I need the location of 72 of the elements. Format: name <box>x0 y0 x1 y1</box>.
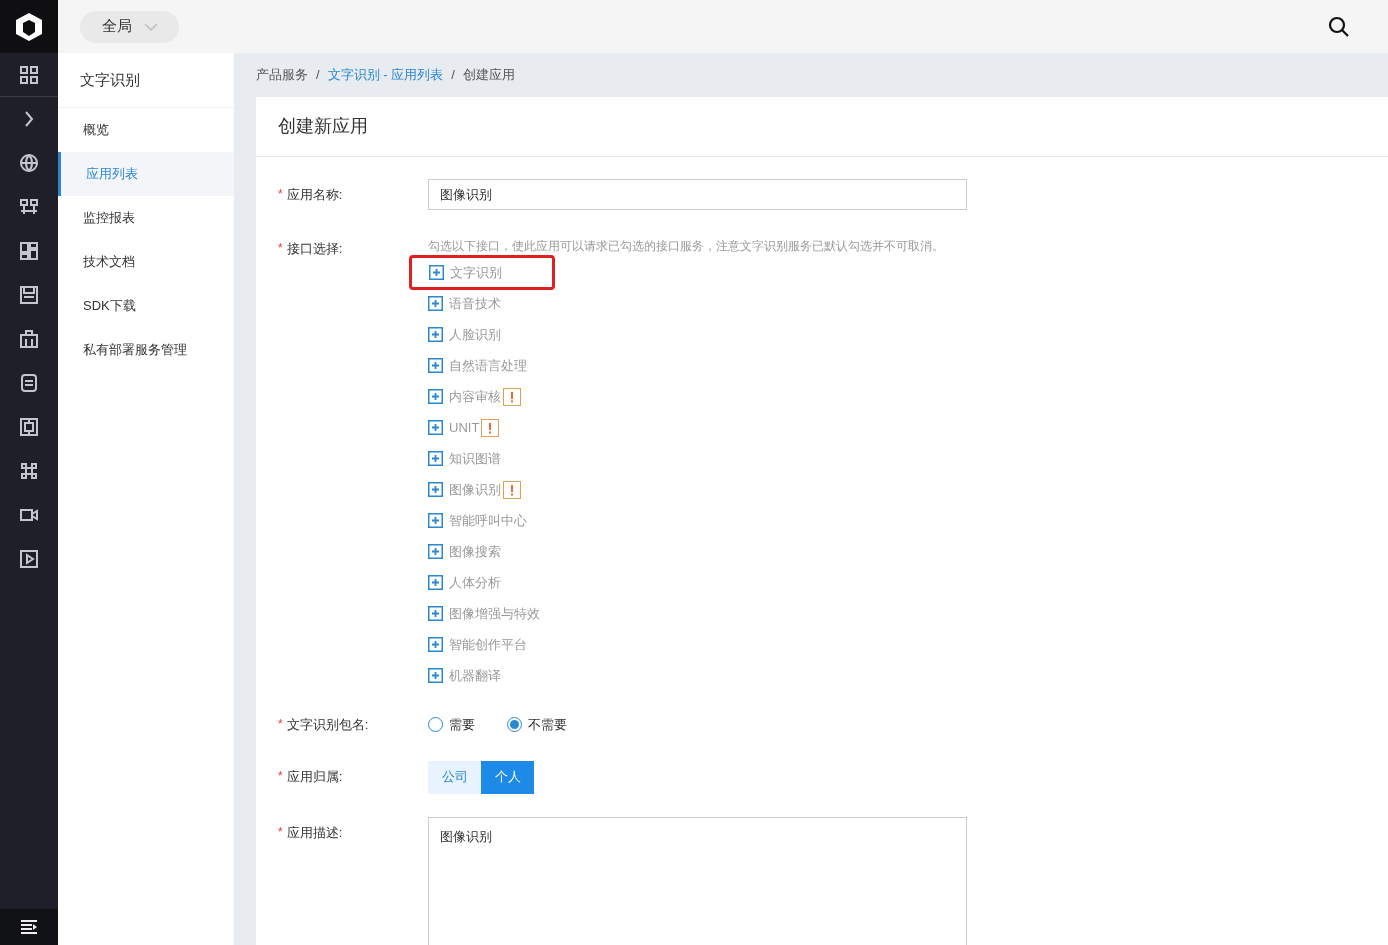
api-option[interactable]: 智能呼叫中心 <box>449 510 527 531</box>
required-mark: * <box>278 240 283 257</box>
segment-button[interactable]: 公司 <box>428 760 481 794</box>
radio-label[interactable]: 不需要 <box>528 715 567 735</box>
sidebar-item[interactable]: 私有部署服务管理 <box>58 328 234 372</box>
sidebar-title: 文字识别 <box>58 53 234 108</box>
api-option[interactable]: 机器翻译 <box>449 665 501 686</box>
hexagon-logo-icon <box>15 11 43 42</box>
field-label: 应用描述: <box>286 823 343 842</box>
api-option[interactable]: 人体分析 <box>449 572 501 593</box>
sidebar-item[interactable]: 应用列表 <box>58 152 234 196</box>
field-label: 接口选择: <box>286 240 343 258</box>
field-label: 应用归属: <box>286 768 343 787</box>
plus-box-icon[interactable] <box>429 265 444 280</box>
plus-box-icon[interactable] <box>428 544 443 559</box>
sidebar-item[interactable]: 概览 <box>58 108 234 152</box>
plus-box-icon[interactable] <box>428 358 443 373</box>
plus-box-icon[interactable] <box>428 389 443 404</box>
play-icon[interactable] <box>19 549 39 569</box>
scope-dropdown[interactable]: 全局 <box>80 10 179 43</box>
plus-box-icon[interactable] <box>428 575 443 590</box>
plus-box-icon[interactable] <box>428 606 443 621</box>
api-option[interactable]: 图像增强与特效 <box>449 603 540 624</box>
plus-box-icon[interactable] <box>428 482 443 497</box>
api-option[interactable]: 知识图谱 <box>449 448 501 469</box>
plus-box-icon[interactable] <box>428 327 443 342</box>
app-name-field[interactable]: 图像识别 <box>428 179 967 210</box>
command-icon[interactable] <box>19 461 39 481</box>
frame-icon[interactable] <box>19 417 39 437</box>
required-mark: * <box>278 185 283 203</box>
plus-box-icon[interactable] <box>428 637 443 652</box>
radio-label[interactable]: 需要 <box>449 715 475 735</box>
breadcrumb-link[interactable]: 文字识别 - 应用列表 <box>327 65 444 85</box>
database-icon[interactable] <box>19 373 39 393</box>
required-mark: * <box>278 823 283 841</box>
api-option[interactable]: 图像搜索 <box>449 541 501 562</box>
search-icon[interactable] <box>1328 15 1350 38</box>
segment-button[interactable]: 个人 <box>481 760 534 794</box>
dashboard-icon[interactable] <box>19 241 39 261</box>
breadcrumb-separator: / <box>450 66 456 85</box>
plus-box-icon[interactable] <box>428 668 443 683</box>
api-option[interactable]: 语音技术 <box>449 293 501 314</box>
plus-box-icon[interactable] <box>428 513 443 528</box>
breadcrumb-separator: / <box>315 66 321 85</box>
required-mark: * <box>278 716 283 733</box>
menu-icon[interactable] <box>20 919 38 935</box>
globe-icon[interactable] <box>19 153 39 173</box>
sidebar-item[interactable]: SDK下载 <box>58 284 234 328</box>
plus-box-icon[interactable] <box>428 451 443 466</box>
field-label: 文字识别包名: <box>286 716 369 734</box>
sidebar-item[interactable]: 技术文档 <box>58 240 234 284</box>
plus-box-icon[interactable] <box>428 296 443 311</box>
grid-icon[interactable] <box>19 64 39 85</box>
sidebar-item[interactable]: 监控报表 <box>58 196 234 240</box>
api-option[interactable]: 人脸识别 <box>449 324 501 345</box>
api-option[interactable]: 智能创作平台 <box>449 634 527 655</box>
api-option[interactable]: 内容审核 <box>449 386 501 407</box>
field-label: 应用名称: <box>286 185 343 204</box>
api-option[interactable]: 文字识别 <box>450 262 502 283</box>
breadcrumb-item: 产品服务 <box>256 66 308 85</box>
network-icon[interactable] <box>19 197 39 217</box>
description-field[interactable]: 图像识别 <box>428 816 967 945</box>
building-icon[interactable] <box>19 329 39 349</box>
api-option[interactable]: UNIT <box>449 417 480 438</box>
api-option[interactable]: 图像识别 <box>449 479 501 500</box>
required-mark: * <box>278 768 283 786</box>
page-title: 创建新应用 <box>256 97 1388 157</box>
plus-box-icon[interactable] <box>428 420 443 435</box>
api-option[interactable]: 自然语言处理 <box>449 355 527 376</box>
chevron-down-icon <box>144 22 158 31</box>
hint-text: 勾选以下接口，使此应用可以请求已勾选的接口服务，注意文字识别服务已默认勾选并不可取消。 <box>428 238 945 255</box>
breadcrumb-item: 创建应用 <box>462 66 515 85</box>
